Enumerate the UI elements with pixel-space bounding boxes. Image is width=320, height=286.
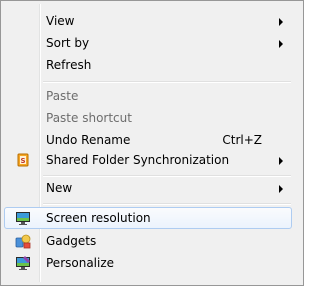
menu-item-screen-resolution[interactable]: Screen resolution [4,207,292,229]
svg-text:S: S [20,157,25,165]
menu-item-personalize[interactable]: Personalize [4,252,292,274]
menu-item-paste-shortcut: Paste shortcut [4,107,292,129]
menu-item-undo-rename[interactable]: Undo Rename Ctrl+Z [4,129,292,151]
submenu-arrow-icon [279,40,283,48]
menu-item-label: Paste shortcut [46,111,132,125]
menu-item-label: Personalize [46,256,115,270]
menu-separator [43,203,291,205]
menu-item-gadgets[interactable]: Gadgets [4,230,292,252]
submenu-arrow-icon [279,18,283,26]
submenu-arrow-icon [279,157,283,165]
menu-item-label: Screen resolution [46,211,151,225]
menu-item-refresh[interactable]: Refresh [4,54,292,76]
menu-item-sort-by[interactable]: Sort by [4,32,292,54]
menu-item-label: View [46,14,75,28]
menu-item-view[interactable]: View [4,10,292,32]
menu-separator [43,81,291,83]
menu-item-paste: Paste [4,85,292,107]
menu-item-label: Undo Rename [46,133,131,147]
menu-item-new[interactable]: New [4,177,292,199]
menu-item-label: Refresh [46,58,92,72]
sync-folder-icon: S [15,152,31,168]
menu-item-label: Sort by [46,36,90,50]
menu-item-label: New [46,181,73,195]
menu-item-label: Gadgets [46,234,97,248]
menu-item-shortcut: Ctrl+Z [222,133,262,147]
desktop-context-menu: View Sort by Refresh Paste Paste shortcu… [0,0,304,286]
menu-item-shared-folder-sync[interactable]: S Shared Folder Synchronization [4,149,292,171]
gadgets-icon [15,233,31,249]
monitor-icon [15,210,31,226]
submenu-arrow-icon [279,185,283,193]
menu-item-label: Paste [46,89,79,103]
menu-item-label: Shared Folder Synchronization [46,153,230,167]
personalize-icon [15,255,31,271]
